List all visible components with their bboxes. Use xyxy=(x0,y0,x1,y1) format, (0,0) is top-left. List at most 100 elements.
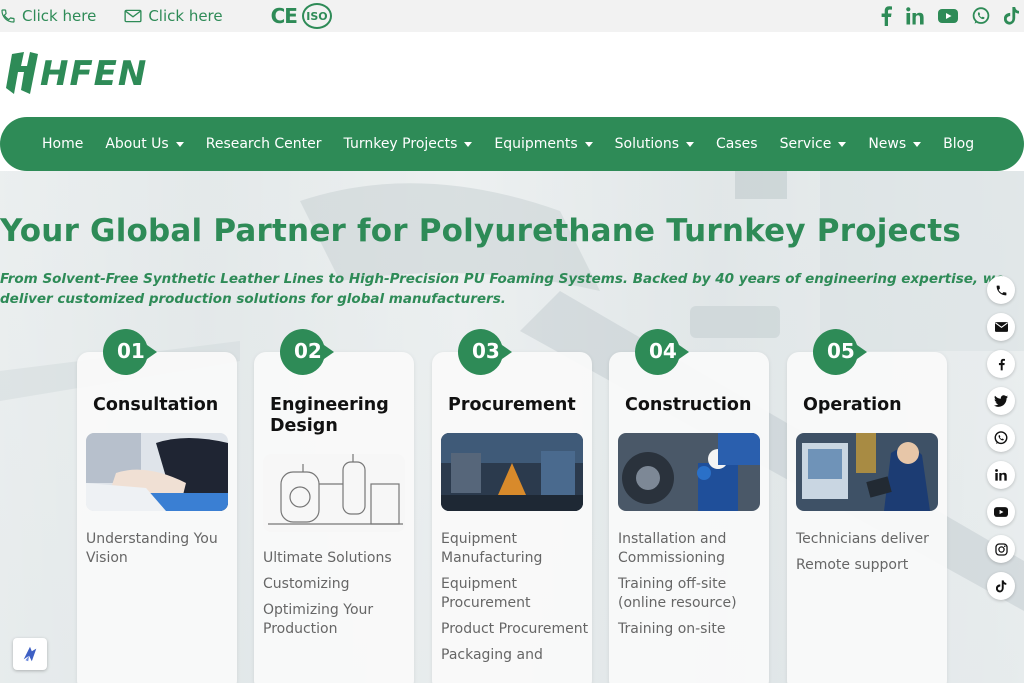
list-item: Installation and Commissioning xyxy=(618,531,727,566)
youtube-icon[interactable] xyxy=(987,498,1015,526)
list-item: Optimizing Your Production xyxy=(263,602,374,637)
caret-down-icon xyxy=(686,141,694,147)
nav-item-label: Research Center xyxy=(205,136,322,152)
floating-contact-bar xyxy=(987,276,1015,600)
linkedin-icon[interactable] xyxy=(906,7,924,25)
hero-subtitle: From Solvent-Free Synthetic Leather Line… xyxy=(0,271,1005,307)
list-item: Training on-site xyxy=(618,621,726,637)
step-number: 04 xyxy=(649,339,677,363)
hfen-logo-icon xyxy=(6,52,38,94)
phone-contact[interactable]: Click here xyxy=(0,7,96,25)
nav-item-about-us[interactable]: About Us xyxy=(105,136,184,152)
site-logo[interactable]: HFEN xyxy=(2,50,147,98)
phone-contact-label: Click here xyxy=(22,7,97,25)
step-card-consultation: 01 Consultation Understanding You Vision xyxy=(77,329,237,683)
step-number: 01 xyxy=(117,339,145,363)
step-items: Ultimate Solutions Customizing Optimizin… xyxy=(263,549,411,646)
nav-item-news[interactable]: News xyxy=(868,136,922,152)
twitter-icon[interactable] xyxy=(987,387,1015,415)
construction-photo xyxy=(618,433,760,511)
step-items: Equipment Manufacturing Equipment Procur… xyxy=(441,530,589,672)
list-item: Remote support xyxy=(796,557,909,573)
instagram-icon[interactable] xyxy=(987,535,1015,563)
procurement-photo xyxy=(441,433,583,511)
caret-down-icon xyxy=(584,141,593,147)
nav-item-label: Cases xyxy=(716,136,758,152)
list-item: Equipment Manufacturing xyxy=(441,531,543,566)
step-number: 03 xyxy=(472,339,500,363)
iso-badge: ISO xyxy=(301,3,332,29)
top-bar: Click here Click here CE ISO xyxy=(0,0,1024,32)
caret-down-icon xyxy=(913,141,922,147)
step-card-construction: 04 Construction Installation and Commiss… xyxy=(609,329,769,683)
step-number: 02 xyxy=(294,339,322,363)
translate-widget[interactable] xyxy=(13,638,47,670)
nav-item-label: Equipments xyxy=(494,136,578,152)
hero-title: Your Global Partner for Polyurethane Tur… xyxy=(0,213,962,249)
nav-item-equipments[interactable]: Equipments xyxy=(494,136,593,152)
email-icon[interactable] xyxy=(987,313,1015,341)
step-items: Installation and Commissioning Training … xyxy=(618,530,766,646)
facebook-icon[interactable] xyxy=(880,6,892,26)
ce-mark: CE xyxy=(270,4,298,28)
nav-item-label: News xyxy=(868,136,907,152)
iso-badge-label: ISO xyxy=(306,9,328,23)
nav-item-research-center[interactable]: Research Center xyxy=(206,136,322,152)
step-card-operation: 05 Operation Technicians deliver Remote … xyxy=(787,329,947,683)
hero-section: Your Global Partner for Polyurethane Tur… xyxy=(0,171,1024,683)
whatsapp-icon[interactable] xyxy=(972,7,990,25)
engineering-design-photo xyxy=(263,454,405,532)
tiktok-icon[interactable] xyxy=(1004,7,1020,25)
email-contact-label: Click here xyxy=(148,7,223,25)
list-item: Customizing xyxy=(263,576,350,592)
nav-item-solutions[interactable]: Solutions xyxy=(615,136,694,152)
main-nav: Home About Us Research Center Turnkey Pr… xyxy=(0,117,1024,171)
caret-down-icon xyxy=(464,141,473,147)
list-item: Equipment Procurement xyxy=(441,576,531,611)
email-icon xyxy=(124,9,142,23)
step-title: Construction xyxy=(625,395,752,415)
nav-item-turnkey-projects[interactable]: Turnkey Projects xyxy=(344,136,473,152)
top-social-links xyxy=(880,0,1020,32)
nav-item-label: Blog xyxy=(943,136,975,152)
youtube-icon[interactable] xyxy=(938,9,958,23)
nav-item-cases[interactable]: Cases xyxy=(716,136,758,152)
logo-text: HFEN xyxy=(40,54,148,94)
nav-item-blog[interactable]: Blog xyxy=(943,136,974,152)
nav-item-label: Service xyxy=(779,136,832,152)
step-number: 05 xyxy=(827,339,855,363)
step-title: Consultation xyxy=(93,395,219,415)
list-item: Understanding You Vision xyxy=(86,531,218,566)
phone-icon[interactable] xyxy=(987,276,1015,304)
tiktok-icon[interactable] xyxy=(987,572,1015,600)
nav-item-label: Home xyxy=(42,136,84,152)
nav-item-home[interactable]: Home xyxy=(42,136,83,152)
step-title: Procurement xyxy=(448,395,576,415)
site-header: HFEN xyxy=(0,32,1024,116)
list-item: Training off-site (online resource) xyxy=(618,576,737,611)
email-contact[interactable]: Click here xyxy=(124,7,223,25)
list-item: Technicians deliver xyxy=(796,531,929,547)
nav-item-service[interactable]: Service xyxy=(780,136,847,152)
operation-photo xyxy=(796,433,938,511)
list-item: Product Procurement xyxy=(441,621,589,637)
step-items: Understanding You Vision xyxy=(86,530,234,575)
certifications: CE ISO xyxy=(271,3,332,29)
whatsapp-icon[interactable] xyxy=(987,424,1015,452)
list-item: Ultimate Solutions xyxy=(263,550,392,566)
caret-down-icon xyxy=(175,141,184,147)
caret-down-icon xyxy=(838,141,847,147)
consultation-photo xyxy=(86,433,228,511)
step-items: Technicians deliver Remote support xyxy=(796,530,944,582)
facebook-icon[interactable] xyxy=(987,350,1015,378)
linkedin-icon[interactable] xyxy=(987,461,1015,489)
nav-item-label: About Us xyxy=(105,136,169,152)
nav-item-label: Turnkey Projects xyxy=(343,136,458,152)
step-card-procurement: 03 Procurement Equipment Manufacturing E… xyxy=(432,329,592,683)
step-title: Engineering Design xyxy=(270,395,389,436)
list-item: Packaging and xyxy=(441,647,543,663)
phone-icon xyxy=(1,9,15,23)
step-card-engineering-design: 02 Engineering Design Ultimate Solutions… xyxy=(254,329,414,683)
translate-icon xyxy=(23,646,37,662)
nav-item-label: Solutions xyxy=(614,136,679,152)
